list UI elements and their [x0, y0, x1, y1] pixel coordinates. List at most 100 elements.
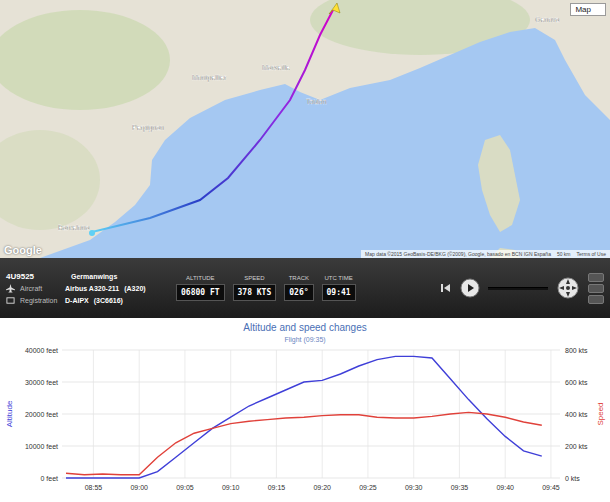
readout: ALTITUDE 06800 FT	[176, 275, 225, 301]
x-tick: 09:00	[130, 350, 148, 491]
playback-controls	[438, 273, 604, 304]
map-label: Genova	[535, 16, 560, 23]
y-gridline: 30000 feet	[25, 379, 560, 386]
land-vegetation	[0, 130, 100, 230]
map-label: Toulon	[306, 98, 327, 105]
terms-link[interactable]: Terms of Use	[577, 251, 606, 257]
map-scale: 50 km	[557, 251, 571, 257]
x-tick: 08:55	[85, 350, 103, 491]
aircraft-label: Aircraft	[20, 285, 60, 292]
readout-value: 378 KTS	[233, 284, 277, 301]
map-type-selector[interactable]: Map	[570, 3, 606, 16]
flight-id: 4U9525	[6, 272, 66, 281]
x-tick: 09:45	[542, 350, 560, 491]
flight-tracker: Montpellier Marseille Toulon Perpignan Barce…	[0, 0, 610, 502]
svg-text:09:10: 09:10	[222, 484, 240, 491]
corsica	[478, 135, 520, 232]
map-label: Montpellier	[192, 74, 227, 82]
readout-label: UTC TIME	[324, 275, 352, 281]
aircraft-code: (A320)	[124, 285, 145, 292]
right-tick-label: 600 kts	[565, 379, 588, 386]
map-canvas[interactable]: Montpellier Marseille Toulon Perpignan Barce…	[0, 0, 610, 258]
view-button[interactable]	[588, 273, 604, 282]
x-tick: 09:30	[405, 350, 423, 491]
readout-label: SPEED	[244, 275, 264, 281]
flight-path	[92, 10, 333, 232]
google-logo: Google	[4, 244, 42, 256]
registration-label: Registration	[20, 297, 60, 304]
y-gridline: 10000 feet	[25, 443, 560, 450]
airline: Germanwings	[71, 273, 117, 280]
readout: UTC TIME 09:41	[322, 275, 356, 301]
flight-header: 4U9525 Germanwings	[6, 272, 166, 281]
svg-text:09:40: 09:40	[496, 484, 514, 491]
chart-title: Altitude and speed changes	[243, 322, 366, 333]
right-tick-label: 800 kts	[565, 347, 588, 354]
right-tick-label: 400 kts	[565, 411, 588, 418]
x-tick: 09:05	[176, 350, 194, 491]
aircraft-row: Aircraft Airbus A320-211 (A320)	[6, 284, 166, 293]
x-tick: 09:35	[451, 350, 469, 491]
svg-text:09:05: 09:05	[176, 484, 194, 491]
svg-text:08:55: 08:55	[85, 484, 103, 491]
svg-text:40000 feet: 40000 feet	[25, 347, 58, 354]
svg-text:09:30: 09:30	[405, 484, 423, 491]
readout-value: 026°	[284, 284, 313, 301]
registration-row: Registration D-AIPX (3C6616)	[6, 296, 166, 305]
svg-text:09:35: 09:35	[451, 484, 469, 491]
plane-icon	[6, 284, 15, 293]
aircraft-model: Airbus A320-211	[65, 285, 119, 292]
chart-canvas: Altitude and speed changes Flight (09:35)…	[0, 318, 610, 502]
playback-slider[interactable]	[488, 287, 548, 290]
map-label: Barcelona	[58, 224, 90, 231]
readout: SPEED 378 KTS	[233, 275, 277, 301]
view-buttons	[588, 273, 604, 304]
attribution-text: Map data ©2015 GeoBasis-DE/BKG (©2009), …	[365, 251, 551, 257]
readout-label: TRACK	[289, 275, 309, 281]
x-tick: 09:15	[268, 350, 286, 491]
x-tick: 09:40	[496, 350, 514, 491]
right-axis-label: Speed	[596, 402, 605, 425]
view-button[interactable]	[588, 295, 604, 304]
svg-text:09:15: 09:15	[268, 484, 286, 491]
registration: D-AIPX	[65, 297, 89, 304]
readout-value: 09:41	[322, 284, 356, 301]
readout-label: ALTITUDE	[186, 275, 215, 281]
registration-code: (3C6616)	[94, 297, 123, 304]
altitude-line	[66, 356, 542, 478]
x-tick: 09:20	[313, 350, 331, 491]
aircraft-arrow-icon[interactable]	[329, 3, 340, 14]
y-gridline: 40000 feet	[25, 347, 560, 354]
left-axis-label: Altitude	[5, 400, 14, 427]
altitude-speed-chart: Altitude and speed changes Flight (09:35)…	[0, 318, 610, 502]
flight-info-bar: 4U9525 Germanwings Aircraft Airbus A320-211…	[0, 258, 610, 318]
svg-text:10000 feet: 10000 feet	[25, 443, 58, 450]
origin-icon	[89, 230, 95, 236]
svg-text:09:20: 09:20	[313, 484, 331, 491]
speed-line	[66, 412, 542, 474]
center-map-icon[interactable]	[556, 276, 580, 300]
land-vegetation	[0, 10, 170, 110]
svg-text:09:45: 09:45	[542, 484, 560, 491]
flight-map[interactable]: Montpellier Marseille Toulon Perpignan Barce…	[0, 0, 610, 258]
svg-text:09:00: 09:00	[130, 484, 148, 491]
map-label: Perpignan	[132, 124, 164, 132]
map-label: Marseille	[262, 64, 290, 71]
svg-text:09:25: 09:25	[359, 484, 377, 491]
rewind-button-icon[interactable]	[438, 281, 452, 295]
svg-text:30000 feet: 30000 feet	[25, 379, 58, 386]
readout-value: 06800 FT	[176, 284, 225, 301]
readouts: ALTITUDE 06800 FT SPEED 378 KTS TRACK 026° UTC…	[176, 275, 356, 301]
svg-text:0 feet: 0 feet	[40, 475, 58, 482]
play-button-icon[interactable]	[460, 278, 480, 298]
svg-text:20000 feet: 20000 feet	[25, 411, 58, 418]
readout: TRACK 026°	[284, 275, 313, 301]
tag-icon	[6, 296, 15, 305]
x-tick: 09:25	[359, 350, 377, 491]
view-button[interactable]	[588, 284, 604, 293]
right-tick-label: 200 kts	[565, 443, 588, 450]
chart-subtitle: Flight (09:35)	[284, 336, 325, 344]
flight-details: 4U9525 Germanwings Aircraft Airbus A320-211…	[6, 272, 166, 305]
map-attribution: Map data ©2015 GeoBasis-DE/BKG (©2009), …	[361, 250, 610, 258]
right-tick-label: 0 kts	[565, 475, 580, 482]
